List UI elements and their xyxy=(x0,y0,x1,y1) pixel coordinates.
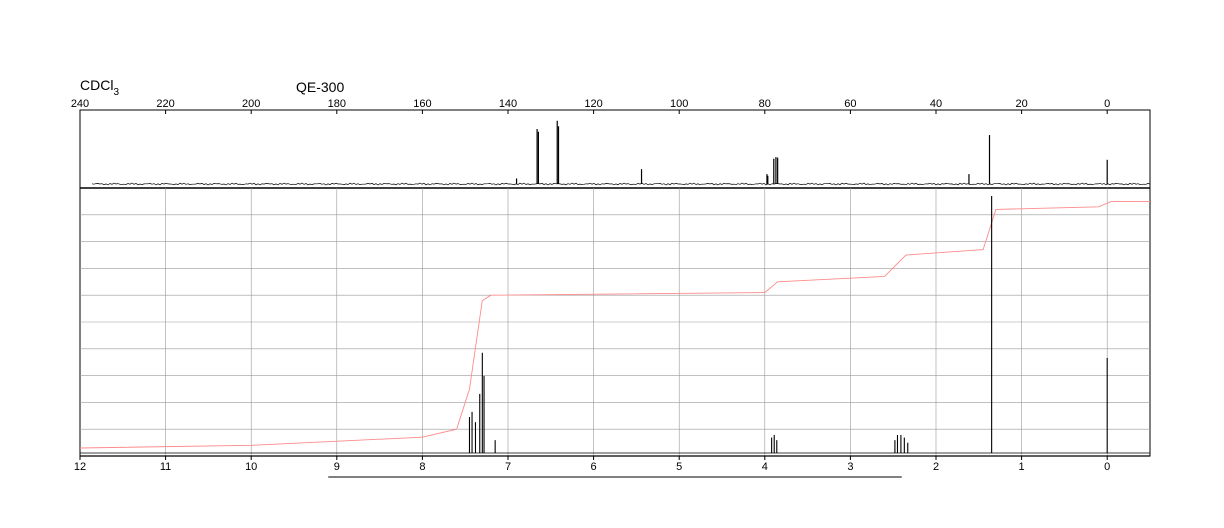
h1-axis: 12 11 10 9 8 7 6 5 4 3 2 1 0 xyxy=(74,455,1150,478)
h1-tick-label: 6 xyxy=(591,461,597,473)
c13-tick-label: 60 xyxy=(844,98,856,110)
c13-tick-label: 160 xyxy=(413,98,431,110)
c13-tick-label: 20 xyxy=(1015,98,1027,110)
h1-tick-label: 3 xyxy=(847,461,853,473)
h1-tick-label: 8 xyxy=(419,461,425,473)
c13-tick-label: 100 xyxy=(670,98,688,110)
c13-axis: 240 220 200 180 160 140 120 100 80 60 40 20 0 xyxy=(71,98,1110,114)
c13-tick-label: 240 xyxy=(71,98,89,110)
instrument-label: QE-300 xyxy=(296,79,344,95)
h1-spectrum xyxy=(79,196,1150,454)
h1-tick-label: 2 xyxy=(933,461,939,473)
c13-spectrum xyxy=(79,109,1151,189)
h1-tick-label: 1 xyxy=(1019,461,1025,473)
h1-tick-label: 4 xyxy=(762,461,768,473)
h1-tick-label: 9 xyxy=(334,461,340,473)
h1-tick-label: 10 xyxy=(245,461,257,473)
nmr-figure: CDCl3 QE-300 240 220 200 180 160 140 120 100 80 6… xyxy=(71,77,1151,478)
c13-tick-label: 220 xyxy=(156,98,174,110)
h1-integral-curve xyxy=(79,200,1150,449)
figure-header: CDCl3 QE-300 xyxy=(80,77,344,98)
h1-tick-label: 0 xyxy=(1104,461,1110,473)
c13-tick-label: 180 xyxy=(328,98,346,110)
solvent-label: CDCl3 xyxy=(80,77,119,98)
h1-tick-label: 5 xyxy=(676,461,682,473)
c13-tick-label: 0 xyxy=(1104,98,1110,110)
c13-tick-label: 120 xyxy=(584,98,602,110)
h1-tick-label: 7 xyxy=(505,461,511,473)
c13-tick-label: 200 xyxy=(242,98,260,110)
h1-tick-label: 12 xyxy=(74,461,86,473)
h1-tick-label: 11 xyxy=(160,461,171,473)
c13-baseline xyxy=(91,182,1151,186)
c13-tick-label: 80 xyxy=(759,98,771,110)
c13-tick-label: 140 xyxy=(499,98,517,110)
c13-tick-label: 40 xyxy=(930,98,942,110)
